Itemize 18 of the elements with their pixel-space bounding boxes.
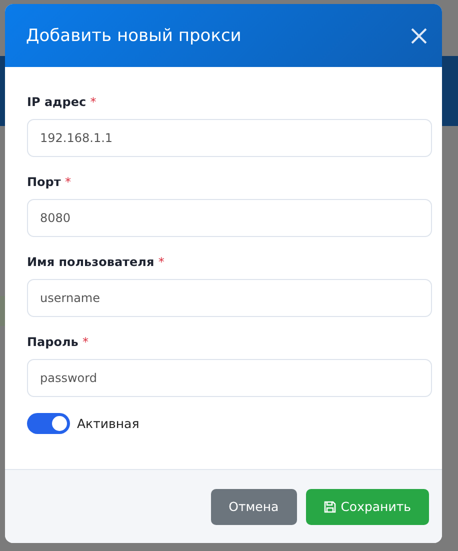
required-mark: * bbox=[158, 255, 164, 269]
input-field[interactable]: username bbox=[27, 279, 432, 317]
toggle-switch[interactable] bbox=[27, 413, 70, 434]
input-field[interactable]: 8080 bbox=[27, 199, 432, 237]
floppy-disk-icon bbox=[324, 500, 336, 512]
field-label: Имя пользователя * bbox=[27, 255, 166, 269]
input-field[interactable]: password bbox=[27, 359, 432, 397]
field-label: Пароль * bbox=[27, 335, 90, 349]
toggle-label: Активная bbox=[77, 416, 140, 431]
field-label: IP адрес * bbox=[27, 95, 98, 109]
cancel-button[interactable]: Отмена bbox=[210, 488, 297, 524]
save-button[interactable]: Сохранить bbox=[306, 488, 429, 524]
field-label: Порт * bbox=[27, 175, 72, 189]
required-mark: * bbox=[65, 175, 72, 189]
dialog-title: Добавить новый прокси bbox=[26, 26, 242, 46]
required-mark: * bbox=[90, 95, 96, 109]
required-mark: * bbox=[82, 335, 89, 349]
input-field[interactable]: 192.168.1.1 bbox=[27, 119, 432, 157]
